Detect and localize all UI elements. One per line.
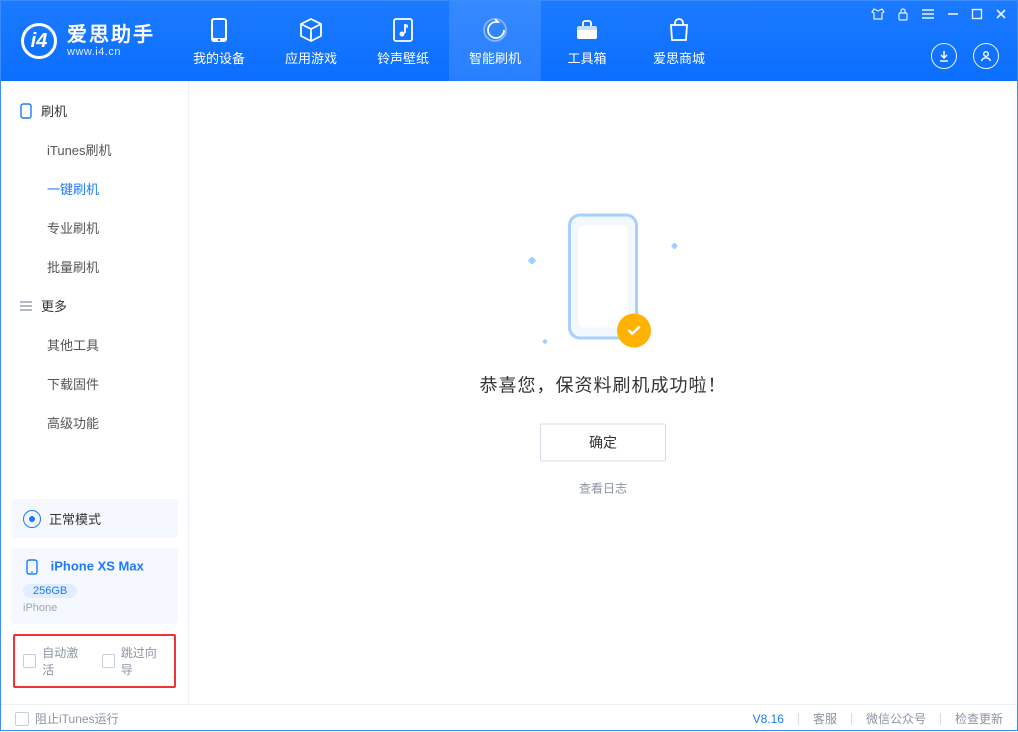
footer-link-wechat[interactable]: 微信公众号 <box>866 710 926 727</box>
checkbox-icon <box>15 712 29 726</box>
nav-smart-flash[interactable]: 智能刷机 <box>449 1 541 81</box>
option-label: 自动激活 <box>42 644 87 678</box>
music-note-icon <box>389 16 417 44</box>
sidebar: 刷机 iTunes刷机 一键刷机 专业刷机 批量刷机 更多 其他工具 下载固件 … <box>1 81 189 704</box>
sidebar-group-title: 更多 <box>41 296 67 315</box>
device-subtype: iPhone <box>23 602 166 614</box>
main-content: 恭喜您，保资料刷机成功啦！ 确定 查看日志 <box>189 81 1017 704</box>
refresh-circle-icon <box>481 16 509 44</box>
separator-icon <box>798 713 799 725</box>
footer-link-update[interactable]: 检查更新 <box>955 710 1003 727</box>
nav-store[interactable]: 爱思商城 <box>633 1 725 81</box>
nav-label: 铃声壁纸 <box>377 48 429 67</box>
nav-label: 工具箱 <box>567 48 606 67</box>
cube-icon <box>297 16 325 44</box>
flash-options-highlight: 自动激活 跳过向导 <box>13 634 176 688</box>
minimize-icon[interactable] <box>947 8 959 20</box>
phone-icon <box>205 16 233 44</box>
mode-panel[interactable]: 正常模式 <box>11 499 178 538</box>
checkbox-icon <box>23 654 36 668</box>
success-illustration <box>523 214 683 354</box>
sidebar-group-more[interactable]: 更多 <box>1 286 188 325</box>
nav-ringtone-wallpaper[interactable]: 铃声壁纸 <box>357 1 449 81</box>
view-log-link[interactable]: 查看日志 <box>579 480 627 497</box>
mode-label: 正常模式 <box>49 509 101 528</box>
sidebar-item-itunes-flash[interactable]: iTunes刷机 <box>1 130 188 169</box>
app-logo: i4 爱思助手 www.i4.cn <box>1 1 173 81</box>
nav-label: 爱思商城 <box>653 48 705 67</box>
user-icon[interactable] <box>973 43 999 69</box>
list-icon <box>19 299 33 313</box>
sidebar-item-pro-flash[interactable]: 专业刷机 <box>1 208 188 247</box>
sidebar-item-advanced[interactable]: 高级功能 <box>1 403 188 442</box>
top-nav: 我的设备 应用游戏 铃声壁纸 智能刷机 工具箱 <box>173 1 725 81</box>
sidebar-item-other-tools[interactable]: 其他工具 <box>1 325 188 364</box>
ok-button[interactable]: 确定 <box>540 424 666 462</box>
footer-block-itunes-label: 阻止iTunes运行 <box>35 710 119 727</box>
body: 刷机 iTunes刷机 一键刷机 专业刷机 批量刷机 更多 其他工具 下载固件 … <box>1 81 1017 704</box>
logo-icon: i4 <box>21 23 57 59</box>
sidebar-group-title: 刷机 <box>41 101 67 120</box>
checkbox-skip-guide[interactable]: 跳过向导 <box>102 644 167 678</box>
header-right-icons <box>931 43 999 69</box>
sidebar-item-oneclick-flash[interactable]: 一键刷机 <box>1 169 188 208</box>
window-controls <box>871 7 1007 21</box>
nav-label: 应用游戏 <box>285 48 337 67</box>
header: i4 爱思助手 www.i4.cn 我的设备 应用游戏 铃声壁纸 <box>1 1 1017 81</box>
normal-mode-icon <box>23 510 41 528</box>
sidebar-item-batch-flash[interactable]: 批量刷机 <box>1 247 188 286</box>
download-icon[interactable] <box>931 43 957 69</box>
checkbox-icon <box>102 654 115 668</box>
sidebar-item-download-firmware[interactable]: 下载固件 <box>1 364 188 403</box>
success-message: 恭喜您，保资料刷机成功啦！ <box>480 372 727 398</box>
device-outline-icon <box>19 104 33 118</box>
footer-link-support[interactable]: 客服 <box>813 710 837 727</box>
close-icon[interactable] <box>995 8 1007 20</box>
shirt-icon[interactable] <box>871 7 885 21</box>
toolbox-icon <box>573 16 601 44</box>
nav-toolbox[interactable]: 工具箱 <box>541 1 633 81</box>
device-capacity-badge: 256GB <box>23 584 77 598</box>
shopping-bag-icon <box>665 16 693 44</box>
menu-icon[interactable] <box>921 8 935 20</box>
option-label: 跳过向导 <box>121 644 166 678</box>
success-panel: 恭喜您，保资料刷机成功啦！ 确定 查看日志 <box>393 214 813 497</box>
nav-my-device[interactable]: 我的设备 <box>173 1 265 81</box>
app-name-cn: 爱思助手 <box>67 24 155 46</box>
separator-icon <box>851 713 852 725</box>
nav-apps-games[interactable]: 应用游戏 <box>265 1 357 81</box>
app-name-en: www.i4.cn <box>67 46 155 58</box>
checkbox-block-itunes[interactable]: 阻止iTunes运行 <box>15 710 119 727</box>
sidebar-group-flash[interactable]: 刷机 <box>1 91 188 130</box>
nav-label: 我的设备 <box>193 48 245 67</box>
maximize-icon[interactable] <box>971 8 983 20</box>
checkbox-auto-activate[interactable]: 自动激活 <box>23 644 88 678</box>
device-icon <box>23 558 41 576</box>
lock-icon[interactable] <box>897 7 909 21</box>
nav-label: 智能刷机 <box>469 48 521 67</box>
version-label: V8.16 <box>753 712 784 726</box>
sidebar-bottom: 正常模式 iPhone XS Max 256GB iPhone 自动激活 <box>1 499 188 704</box>
separator-icon <box>940 713 941 725</box>
checkmark-badge-icon <box>617 314 651 348</box>
footer: 阻止iTunes运行 V8.16 客服 微信公众号 检查更新 <box>1 704 1017 732</box>
device-panel[interactable]: iPhone XS Max 256GB iPhone <box>11 548 178 624</box>
device-name: iPhone XS Max <box>51 558 144 573</box>
